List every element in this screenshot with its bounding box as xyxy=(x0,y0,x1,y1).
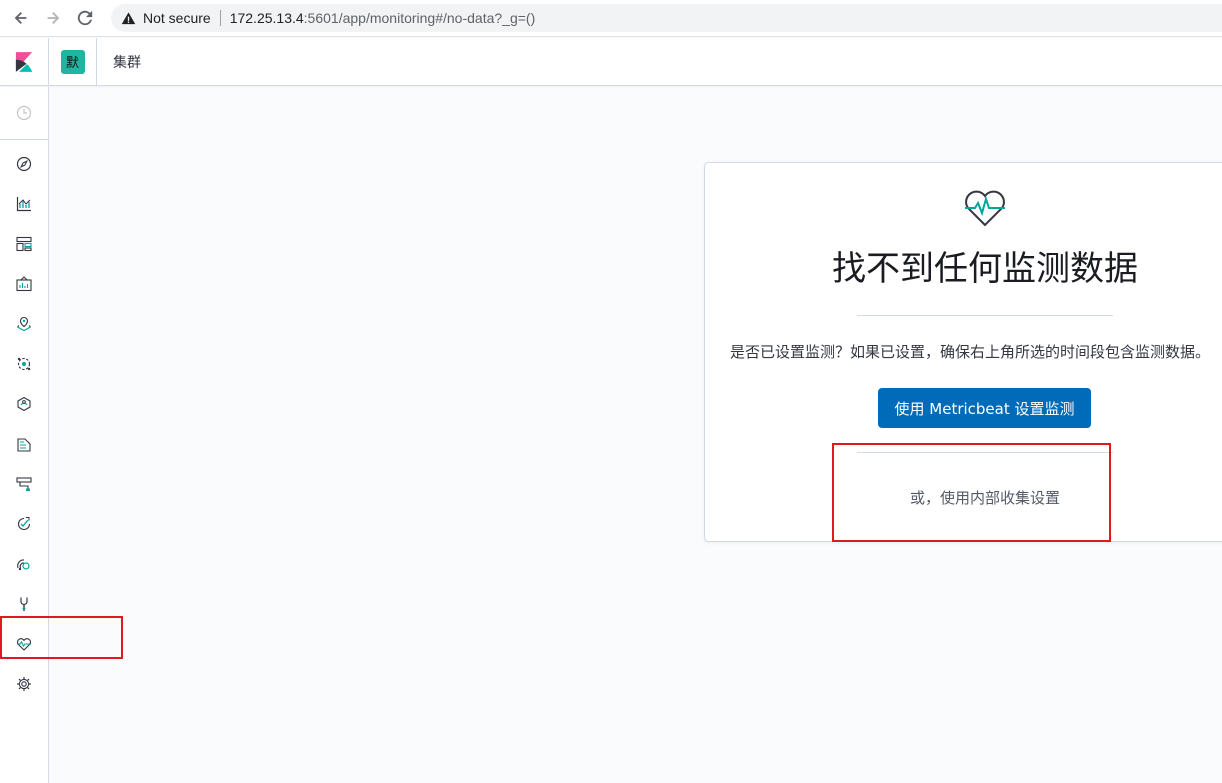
divider xyxy=(857,315,1113,316)
canvas-icon[interactable] xyxy=(14,274,34,294)
security-label[interactable]: Not secure xyxy=(143,10,211,26)
reload-icon[interactable] xyxy=(69,2,101,34)
panel-description: 是否已设置监测？如果已设置，确保右上角所选的时间段包含监测数据。 xyxy=(730,343,1211,361)
setup-metricbeat-button[interactable]: 使用 Metricbeat 设置监测 xyxy=(878,388,1091,428)
url-separator xyxy=(219,10,221,26)
infrastructure-icon[interactable] xyxy=(14,394,34,414)
gear-icon[interactable] xyxy=(14,674,34,694)
compass-icon[interactable] xyxy=(14,154,34,174)
ml-icon[interactable] xyxy=(14,354,34,374)
annotation-box xyxy=(832,443,1111,542)
annotation-box xyxy=(0,616,123,659)
space-selector[interactable]: 默 xyxy=(49,37,97,86)
forward-arrow-icon[interactable] xyxy=(37,2,69,34)
maps-icon[interactable] xyxy=(14,314,34,334)
nav-divider xyxy=(0,139,48,140)
back-arrow-icon[interactable] xyxy=(5,2,37,34)
heartbeat-monitoring-icon xyxy=(963,185,1007,229)
url-host: 172.25.13.4 xyxy=(229,10,304,26)
dashboard-icon[interactable] xyxy=(14,234,34,254)
logs-icon[interactable] xyxy=(14,434,34,454)
kibana-logo[interactable] xyxy=(0,37,49,86)
devtools-icon[interactable] xyxy=(14,594,34,614)
space-avatar: 默 xyxy=(60,49,85,74)
url-path: :5601/app/monitoring#/no-data?_g=() xyxy=(303,10,536,26)
warning-triangle-icon xyxy=(121,10,137,26)
browser-toolbar: Not secure 172.25.13.4:5601/app/monitori… xyxy=(0,0,1222,37)
breadcrumb[interactable]: 集群 xyxy=(113,52,141,72)
uptime-icon[interactable] xyxy=(14,514,34,534)
siem-icon[interactable] xyxy=(14,554,34,574)
apm-icon[interactable] xyxy=(14,474,34,494)
side-nav xyxy=(0,87,49,783)
address-bar[interactable]: Not secure 172.25.13.4:5601/app/monitori… xyxy=(111,4,1222,32)
visualize-icon[interactable] xyxy=(14,194,34,214)
app-header: 默 集群 xyxy=(0,37,1222,86)
kibana-logo-icon xyxy=(15,51,33,72)
page-title: 找不到任何监测数据 xyxy=(832,249,1138,289)
clock-icon[interactable] xyxy=(14,103,34,123)
